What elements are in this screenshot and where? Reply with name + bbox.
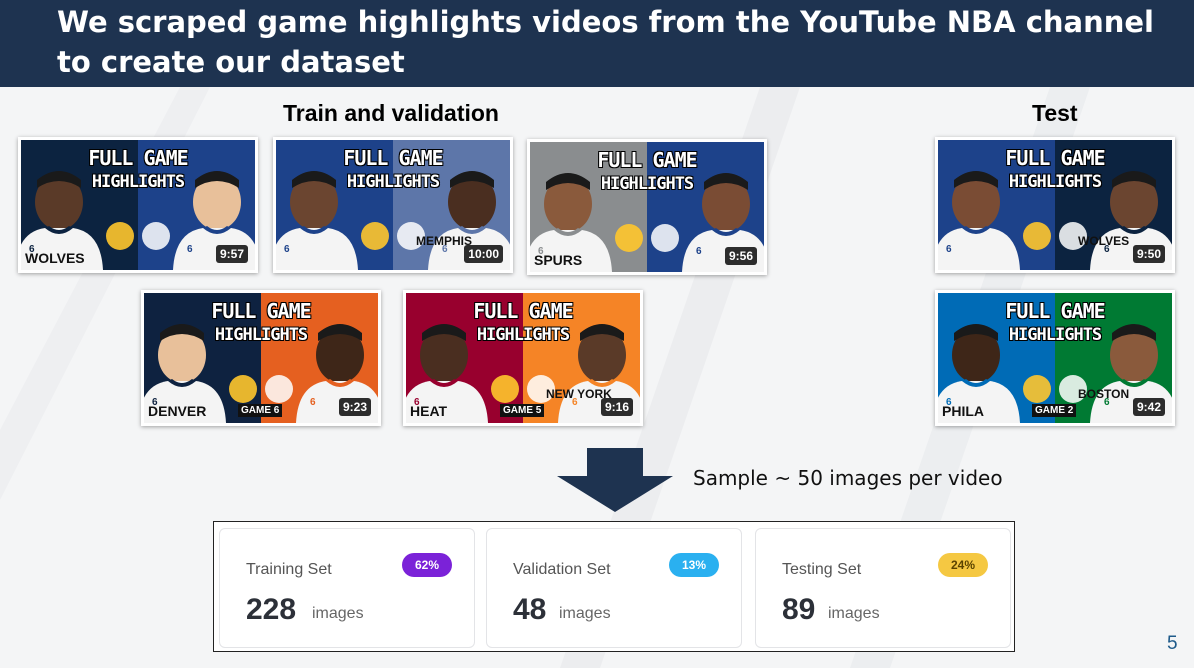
video-duration: 9:57	[215, 245, 248, 263]
validation-set-card: Validation Set 13% 48 images	[486, 528, 742, 648]
headline-line-1: FULL GAME	[473, 299, 573, 323]
video-duration: 10:00	[464, 245, 503, 263]
page-number: 5	[1167, 633, 1178, 654]
video-duration: 9:50	[1132, 245, 1165, 263]
training-percent-badge: 62%	[402, 553, 452, 577]
video-duration: 9:42	[1132, 398, 1165, 416]
testing-set-label: Testing Set	[782, 561, 862, 578]
testing-unit: images	[828, 605, 880, 622]
video-thumbnail-1[interactable]: 6 6 FULL GAME HIGHLIGHTS WOLVES 9:57	[18, 137, 258, 273]
train-validation-label: Train and validation	[283, 100, 499, 126]
training-set-card: Training Set 62% 228 images	[219, 528, 475, 648]
headline-line-2: HIGHLIGHTS	[91, 172, 185, 192]
video-duration: 9:23	[338, 398, 371, 416]
headline-line-1: FULL GAME	[1005, 146, 1105, 170]
jersey-text-left: SPURS	[534, 252, 583, 268]
validation-percent-badge: 13%	[669, 553, 719, 577]
training-set-label: Training Set	[246, 561, 332, 578]
game-number-label: GAME 2	[1032, 404, 1077, 417]
validation-unit: images	[559, 605, 611, 622]
game-number-label: GAME 5	[500, 404, 545, 417]
thumbnail-headline: FULL GAME HIGHLIGHTS	[1002, 146, 1108, 194]
svg-text:6: 6	[284, 244, 290, 255]
thumbnail-headline: FULL GAME HIGHLIGHTS	[594, 148, 700, 196]
video-thumbnail-5[interactable]: 6 6 FULL GAME HIGHLIGHTS HEAT NEW YORK G…	[403, 290, 643, 426]
validation-set-label: Validation Set	[513, 561, 611, 578]
video-duration: 9:16	[600, 398, 633, 416]
sampling-note: Sample ~ 50 images per video	[693, 466, 1003, 490]
headline-line-1: FULL GAME	[343, 146, 443, 170]
test-label: Test	[1032, 100, 1078, 126]
svg-text:6: 6	[187, 244, 193, 255]
svg-text:6: 6	[696, 246, 702, 257]
video-thumbnail-4[interactable]: 6 6 FULL GAME HIGHLIGHTS DENVER GAME 6 9…	[141, 290, 381, 426]
jersey-text-right: BOSTON	[1078, 387, 1130, 401]
slide-header: We scraped game highlights videos from t…	[0, 0, 1194, 87]
jersey-text-right: WOLVES	[1078, 234, 1130, 248]
headline-line-2: HIGHLIGHTS	[476, 325, 570, 345]
testing-count: 89	[782, 593, 816, 626]
thumbnail-headline: FULL GAME HIGHLIGHTS	[1002, 299, 1108, 347]
video-thumbnail-2[interactable]: 6 6 FULL GAME HIGHLIGHTS MEMPHIS 10:00	[273, 137, 513, 273]
video-duration: 9:56	[724, 247, 757, 265]
headline-line-2: HIGHLIGHTS	[214, 325, 308, 345]
headline-line-1: FULL GAME	[88, 146, 188, 170]
training-unit: images	[312, 605, 364, 622]
thumbnail-headline: FULL GAME HIGHLIGHTS	[208, 299, 314, 347]
testing-percent-badge: 24%	[938, 553, 988, 577]
headline-line-1: FULL GAME	[211, 299, 311, 323]
down-arrow-icon	[557, 448, 673, 512]
game-number-label: GAME 6	[238, 404, 283, 417]
thumbnail-headline: FULL GAME HIGHLIGHTS	[340, 146, 446, 194]
validation-count: 48	[513, 593, 547, 626]
svg-text:6: 6	[946, 244, 952, 255]
headline-line-1: FULL GAME	[1005, 299, 1105, 323]
headline-line-2: HIGHLIGHTS	[600, 174, 694, 194]
headline-line-1: FULL GAME	[597, 148, 697, 172]
slide-title: We scraped game highlights videos from t…	[57, 5, 1155, 79]
svg-text:6: 6	[310, 397, 316, 408]
jersey-text-left: DENVER	[148, 403, 207, 419]
thumbnail-headline: FULL GAME HIGHLIGHTS	[85, 146, 191, 194]
headline-line-2: HIGHLIGHTS	[1008, 325, 1102, 345]
training-count: 228	[246, 593, 297, 626]
jersey-text-left: HEAT	[410, 403, 448, 419]
headline-line-2: HIGHLIGHTS	[346, 172, 440, 192]
dataset-split-panel: Training Set 62% 228 images Validation S…	[213, 521, 1015, 652]
video-thumbnail-3[interactable]: 6 6 FULL GAME HIGHLIGHTS SPURS 9:56	[527, 139, 767, 275]
thumbnail-headline: FULL GAME HIGHLIGHTS	[470, 299, 576, 347]
video-thumbnail-6[interactable]: 6 6 FULL GAME HIGHLIGHTS WOLVES 9:50	[935, 137, 1175, 273]
video-thumbnail-7[interactable]: 6 6 FULL GAME HIGHLIGHTS PHILA BOSTON GA…	[935, 290, 1175, 426]
jersey-text-left: PHILA	[942, 403, 984, 419]
testing-set-card: Testing Set 24% 89 images	[755, 528, 1011, 648]
jersey-text-left: WOLVES	[25, 250, 85, 266]
headline-line-2: HIGHLIGHTS	[1008, 172, 1102, 192]
